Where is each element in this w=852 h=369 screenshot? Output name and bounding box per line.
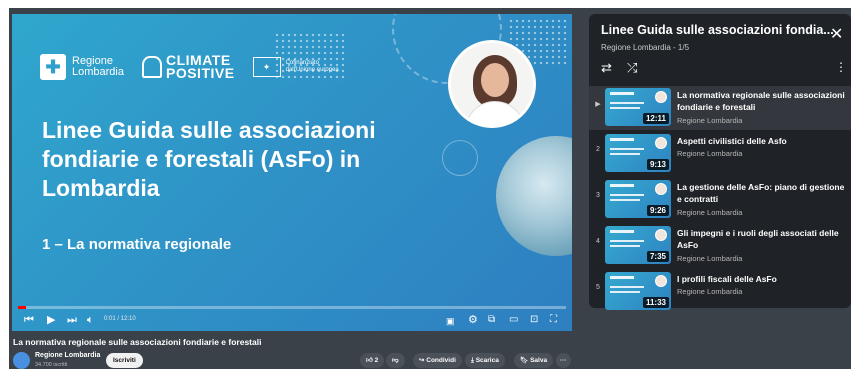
climate-positive-logo: CLIMATE POSITIVE: [141, 53, 235, 80]
settings-icon[interactable]: ⚙: [468, 314, 478, 326]
close-icon[interactable]: ✕: [830, 27, 843, 43]
speaker-cam: [448, 40, 536, 128]
playlist-item-index: 2: [596, 146, 600, 153]
regione-lombardia-logo: ✚ Regione Lombardia: [40, 54, 124, 80]
playlist-subtitle: Regione Lombardia - 1/5: [601, 43, 690, 52]
slide-title: Linee Guida sulle associazioni fondiarie…: [42, 117, 376, 201]
progress-bar[interactable]: [18, 306, 566, 309]
duration-badge: 7:35: [646, 251, 669, 262]
duration-badge: 12:11: [642, 113, 669, 124]
playlist-item[interactable]: 5 11:33 I profili fiscali delle AsFo Reg…: [589, 270, 851, 314]
deco-ring: [442, 140, 478, 176]
loop-icon[interactable]: ⇄: [601, 60, 612, 76]
download-icon: ⤓: [471, 357, 474, 364]
playlist-item-channel: Regione Lombardia: [677, 149, 743, 158]
cast-icon[interactable]: ⊡: [530, 314, 538, 326]
download-button[interactable]: ⤓ Scarica: [465, 353, 505, 368]
video-thumbnail: 9:26: [605, 180, 671, 218]
playlist-item-index: 4: [596, 238, 600, 245]
video-title: La normativa regionale sulle associazion…: [13, 337, 262, 347]
thumbs-up-icon: 👍︎: [366, 357, 373, 364]
slide-logos: ✚ Regione Lombardia CLIMATE POSITIVE ✦ C…: [40, 53, 364, 80]
duration-badge: 11:33: [642, 297, 669, 308]
thumbs-down-icon: 👎︎: [392, 357, 399, 364]
subtitles-icon[interactable]: ▣: [446, 315, 455, 327]
like-button[interactable]: 👍︎ 2: [360, 353, 385, 368]
playlist-item[interactable]: 2 9:13 Aspetti civilistici delle Asfo Re…: [589, 132, 851, 176]
playlist-item[interactable]: 3 9:26 La gestione delle AsFo: piano di …: [589, 178, 851, 222]
playlist-item[interactable]: 4 7:35 Gli impegni e i ruoli degli assoc…: [589, 224, 851, 268]
duration-badge: 9:26: [646, 205, 669, 216]
miniplayer-icon[interactable]: ⧉: [488, 314, 495, 326]
subscriber-count: 34.700 iscritti: [35, 362, 68, 368]
next-icon[interactable]: ⏭: [67, 314, 77, 326]
progress-fill: [18, 306, 27, 309]
now-playing-icon: ▶: [595, 101, 601, 108]
forest-image: [496, 136, 572, 256]
channel-name[interactable]: Regione Lombardia: [35, 352, 100, 359]
playlist-item-title: I profili fiscali delle AsFo: [677, 274, 777, 284]
share-label: Condividi: [426, 357, 456, 364]
duration-badge: 9:13: [646, 159, 669, 170]
video-thumbnail: 9:13: [605, 134, 671, 172]
playlist-item-title: La gestione delle AsFo: piano di gestion…: [677, 182, 845, 204]
previous-icon[interactable]: ⏮: [24, 314, 34, 326]
video-thumbnail: 7:35: [605, 226, 671, 264]
playlist-item-title: Aspetti civilistici delle Asfo: [677, 136, 787, 146]
playlist-panel: Linee Guida sulle associazioni fondia...…: [589, 14, 851, 310]
more-actions-button[interactable]: ···: [556, 353, 571, 368]
volume-icon[interactable]: 🔈︎: [87, 314, 94, 326]
save-label: Salva: [530, 357, 548, 364]
play-icon[interactable]: ▶: [47, 314, 55, 326]
playlist-item-title: Gli impegni e i ruoli degli associati de…: [677, 228, 839, 250]
fullscreen-icon[interactable]: ⛶: [550, 314, 557, 326]
share-icon: ↪: [419, 357, 425, 364]
channel-avatar[interactable]: [13, 352, 30, 369]
playlist-item-index: 3: [596, 192, 600, 199]
video-thumbnail: 12:11: [605, 88, 671, 126]
like-count: 2: [374, 357, 379, 364]
playlist-item-channel: Regione Lombardia: [677, 116, 743, 125]
theater-icon[interactable]: ▭: [509, 314, 518, 326]
slide-subtitle: 1 – La normativa regionale: [42, 236, 232, 253]
playlist-title[interactable]: Linee Guida sulle associazioni fondia...: [601, 23, 834, 37]
shuffle-icon[interactable]: ⤮: [627, 60, 637, 76]
bookmark-icon: 🔖︎: [520, 357, 529, 364]
playlist-item[interactable]: ▶ 12:11 La normativa regionale sulle ass…: [589, 86, 851, 130]
share-button[interactable]: ↪ Condividi: [413, 353, 462, 368]
playlist-item-channel: Regione Lombardia: [677, 254, 743, 263]
time-display: 0:01 / 12:10: [104, 316, 136, 322]
video-thumbnail: 11:33: [605, 272, 671, 310]
subscribe-button[interactable]: Iscriviti: [106, 353, 143, 368]
eu-cofunding-logo: ✦ Cofinanziato dall'Unione europea: [252, 57, 364, 77]
playlist-item-title: La normativa regionale sulle associazion…: [677, 90, 845, 112]
video-player[interactable]: ✚ Regione Lombardia CLIMATE POSITIVE ✦ C…: [12, 14, 572, 331]
save-button[interactable]: 🔖︎ Salva: [514, 353, 554, 368]
dislike-button[interactable]: 👎︎: [386, 353, 405, 368]
player-controls: ⏮ ▶ ⏭ 🔈︎ 0:01 / 12:10 ▣ ⚙ ⧉ ▭ ⊡ ⛶: [12, 306, 572, 331]
download-label: Scarica: [475, 357, 499, 364]
more-options-icon[interactable]: ⋮: [835, 60, 847, 74]
playlist-item-channel: Regione Lombardia: [677, 208, 743, 217]
playlist-item-index: 5: [596, 284, 600, 291]
playlist-item-channel: Regione Lombardia: [677, 287, 743, 296]
